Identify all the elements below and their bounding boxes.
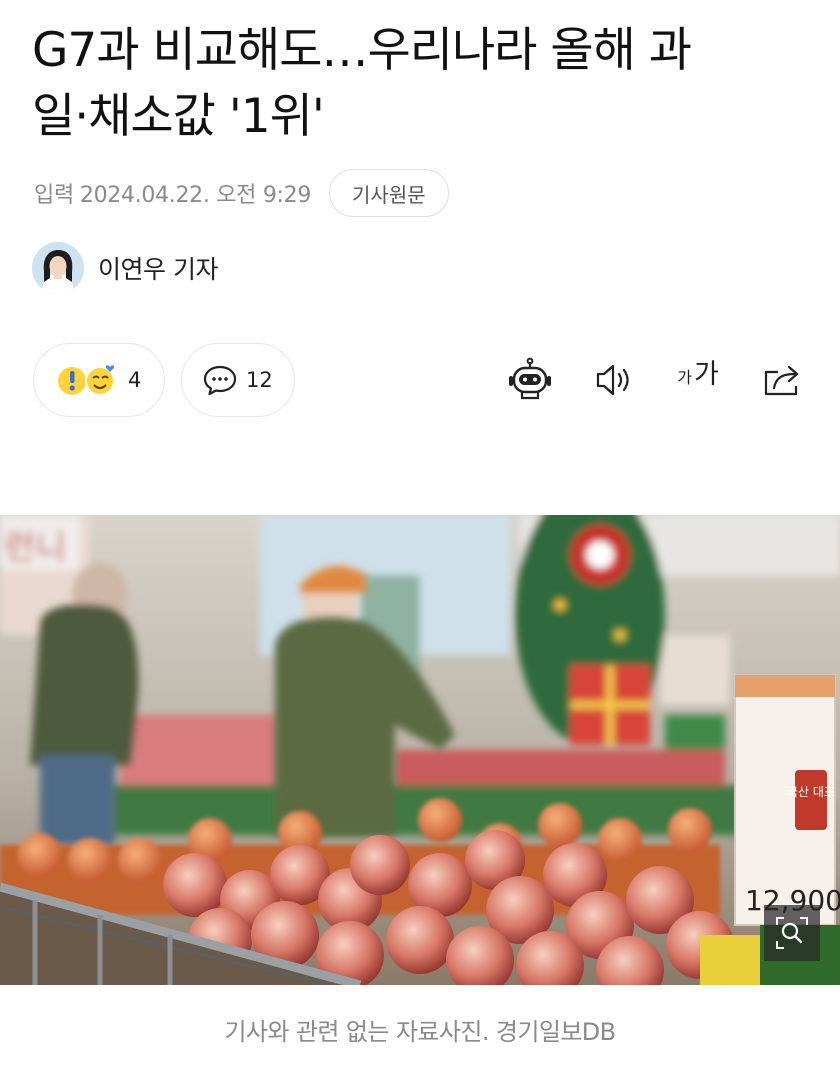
author-name[interactable]: 이연우 기자 bbox=[98, 250, 218, 286]
font-size-large-glyph: 가 bbox=[693, 359, 719, 390]
font-size-button[interactable]: 가가 bbox=[670, 352, 726, 408]
comment-icon bbox=[203, 365, 237, 396]
svg-text:런니: 런니 bbox=[4, 528, 67, 568]
article-toolbar: 가가 bbox=[474, 352, 810, 408]
photo-zoom-button[interactable] bbox=[764, 905, 820, 961]
article-headline: G7과 비교해도…우리나라 올해 과 일·채소값 '1위' bbox=[32, 18, 822, 150]
article-meta: 입력 2024.04.22. 오전 9:29 기사원문 bbox=[34, 168, 449, 218]
headline-line-1: G7과 비교해도…우리나라 올해 과 bbox=[32, 23, 692, 78]
market-apples-photo: 런니 국산 대표 12,900 bbox=[0, 515, 840, 985]
author-info[interactable]: 이연우 기자 bbox=[32, 242, 218, 294]
speaker-icon bbox=[596, 364, 629, 396]
listen-button[interactable] bbox=[586, 352, 642, 408]
share-button[interactable] bbox=[754, 352, 810, 408]
reaction-emoji-icon bbox=[58, 365, 115, 396]
publish-date-label: 입력 bbox=[34, 183, 74, 208]
sign-text: 국산 대표 bbox=[787, 785, 835, 799]
robot-summary-icon bbox=[509, 357, 551, 400]
publish-date-value: 2024.04.22. 오전 9:29 bbox=[79, 183, 312, 208]
headline-line-2: 일·채소값 '1위' bbox=[32, 89, 325, 144]
original-article-button[interactable]: 기사원문 bbox=[329, 169, 449, 217]
article-photo[interactable]: 런니 국산 대표 12,900 bbox=[0, 515, 840, 985]
share-icon bbox=[764, 365, 799, 396]
publish-date: 입력 2024.04.22. 오전 9:29 bbox=[34, 177, 311, 209]
photo-caption: 기사와 관련 없는 자료사진. 경기일보DB bbox=[224, 1018, 616, 1046]
comment-button[interactable]: 12 bbox=[181, 343, 295, 417]
reaction-button[interactable]: 4 bbox=[33, 343, 165, 417]
zoom-search-icon bbox=[776, 917, 808, 949]
author-avatar[interactable] bbox=[32, 242, 84, 294]
reaction-count: 4 bbox=[128, 368, 142, 392]
summary-bot-button[interactable] bbox=[502, 352, 558, 408]
font-size-small-glyph: 가 bbox=[677, 368, 692, 387]
comment-count: 12 bbox=[246, 368, 273, 392]
